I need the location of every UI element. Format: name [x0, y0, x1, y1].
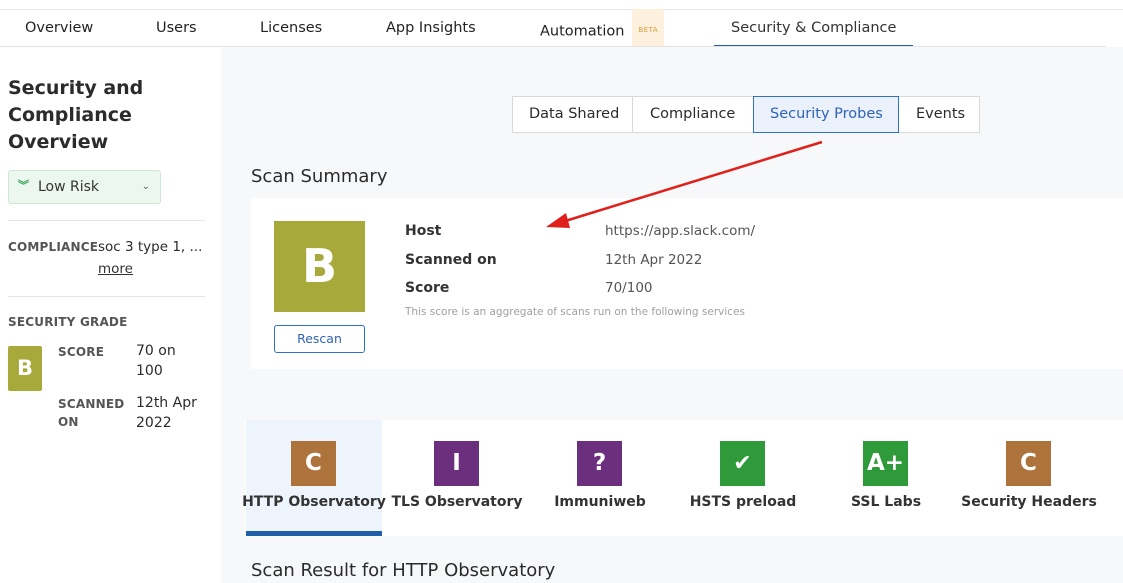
- tab-overview[interactable]: Overview: [25, 10, 93, 47]
- subtab-data-shared[interactable]: Data Shared: [512, 96, 633, 133]
- service-label: HSTS preload: [689, 494, 797, 510]
- host-value: https://app.slack.com/: [605, 223, 756, 239]
- score-value: 70 on 100: [136, 343, 176, 379]
- divider: [8, 296, 205, 297]
- subtab-events[interactable]: Events: [898, 96, 980, 133]
- scanned-on-label: SCANNED ON: [58, 397, 125, 429]
- score-label: Score: [405, 280, 450, 296]
- scan-summary-title: Scan Summary: [251, 166, 388, 187]
- sidebar: Security and Compliance Overview ︾ Low R…: [0, 47, 221, 583]
- grade-badge: B: [8, 346, 42, 391]
- tab-licenses[interactable]: Licenses: [260, 10, 322, 47]
- scanned-on-label: Scanned on: [405, 252, 497, 268]
- subtab-compliance[interactable]: Compliance: [632, 96, 754, 133]
- grade-c-icon: C: [291, 441, 336, 486]
- compliance-label: COMPLIANCE: [8, 240, 99, 254]
- top-nav: Overview Users Licenses App Insights Aut…: [0, 9, 1123, 52]
- compliance-more-link[interactable]: more: [98, 261, 133, 277]
- sidebar-title: Security and Compliance Overview: [8, 77, 144, 153]
- grade-a-plus-icon: A+: [863, 441, 908, 486]
- service-immuniweb[interactable]: ? Immuniweb: [532, 420, 668, 536]
- service-label: Security Headers: [961, 494, 1097, 510]
- scanned-on-value: 12th Apr 2022: [136, 395, 197, 431]
- score-note: This score is an aggregate of scans run …: [405, 306, 745, 318]
- check-icon: ✔: [720, 441, 765, 486]
- host-label: Host: [405, 223, 442, 239]
- service-hsts-preload[interactable]: ✔ HSTS preload: [675, 420, 811, 536]
- service-ssl-labs[interactable]: A+ SSL Labs: [818, 420, 954, 536]
- subtab-security-probes[interactable]: Security Probes: [753, 96, 899, 133]
- divider: [8, 220, 205, 221]
- service-http-observatory[interactable]: C HTTP Observatory: [242, 420, 386, 536]
- rescan-button[interactable]: Rescan: [274, 325, 365, 353]
- risk-dropdown[interactable]: ︾ Low Risk ⌄: [8, 170, 161, 204]
- scanned-on-value: 12th Apr 2022: [605, 252, 703, 268]
- tab-app-insights[interactable]: App Insights: [386, 10, 476, 47]
- service-security-headers[interactable]: C Security Headers: [961, 420, 1097, 536]
- grade-c-icon: C: [1006, 441, 1051, 486]
- security-grade-label: SECURITY GRADE: [8, 315, 128, 329]
- main-content: Data Shared Compliance Security Probes E…: [221, 47, 1123, 583]
- service-label: Immuniweb: [554, 494, 646, 510]
- services-row: C HTTP Observatory I TLS Observatory ? I…: [242, 420, 1123, 536]
- tab-users[interactable]: Users: [156, 10, 197, 47]
- tab-automation[interactable]: Automation BETA: [540, 9, 665, 52]
- tab-security-compliance[interactable]: Security & Compliance: [714, 10, 914, 47]
- grade-i-icon: I: [434, 441, 479, 486]
- service-label: SSL Labs: [850, 494, 922, 510]
- tab-automation-label: Automation: [540, 23, 625, 40]
- service-label: TLS Observatory: [391, 494, 523, 510]
- compliance-value: soc 3 type 1, ...: [98, 239, 203, 255]
- scan-result-title: Scan Result for HTTP Observatory: [251, 560, 556, 581]
- service-tls-observatory[interactable]: I TLS Observatory: [389, 420, 525, 536]
- grade-badge-large: B: [274, 221, 365, 312]
- subtabs: Data Shared Compliance Security Probes E…: [512, 96, 980, 133]
- risk-label: Low Risk: [38, 179, 100, 195]
- service-label: HTTP Observatory: [242, 494, 386, 510]
- question-mark-icon: ?: [577, 441, 622, 486]
- chevron-down-icon: ⌄: [141, 181, 150, 192]
- score-value: 70/100: [605, 280, 653, 296]
- score-label: SCORE: [58, 345, 105, 359]
- scan-summary-card: B Rescan Host https://app.slack.com/ Sca…: [251, 198, 1123, 369]
- double-chevron-down-icon: ︾: [18, 179, 29, 192]
